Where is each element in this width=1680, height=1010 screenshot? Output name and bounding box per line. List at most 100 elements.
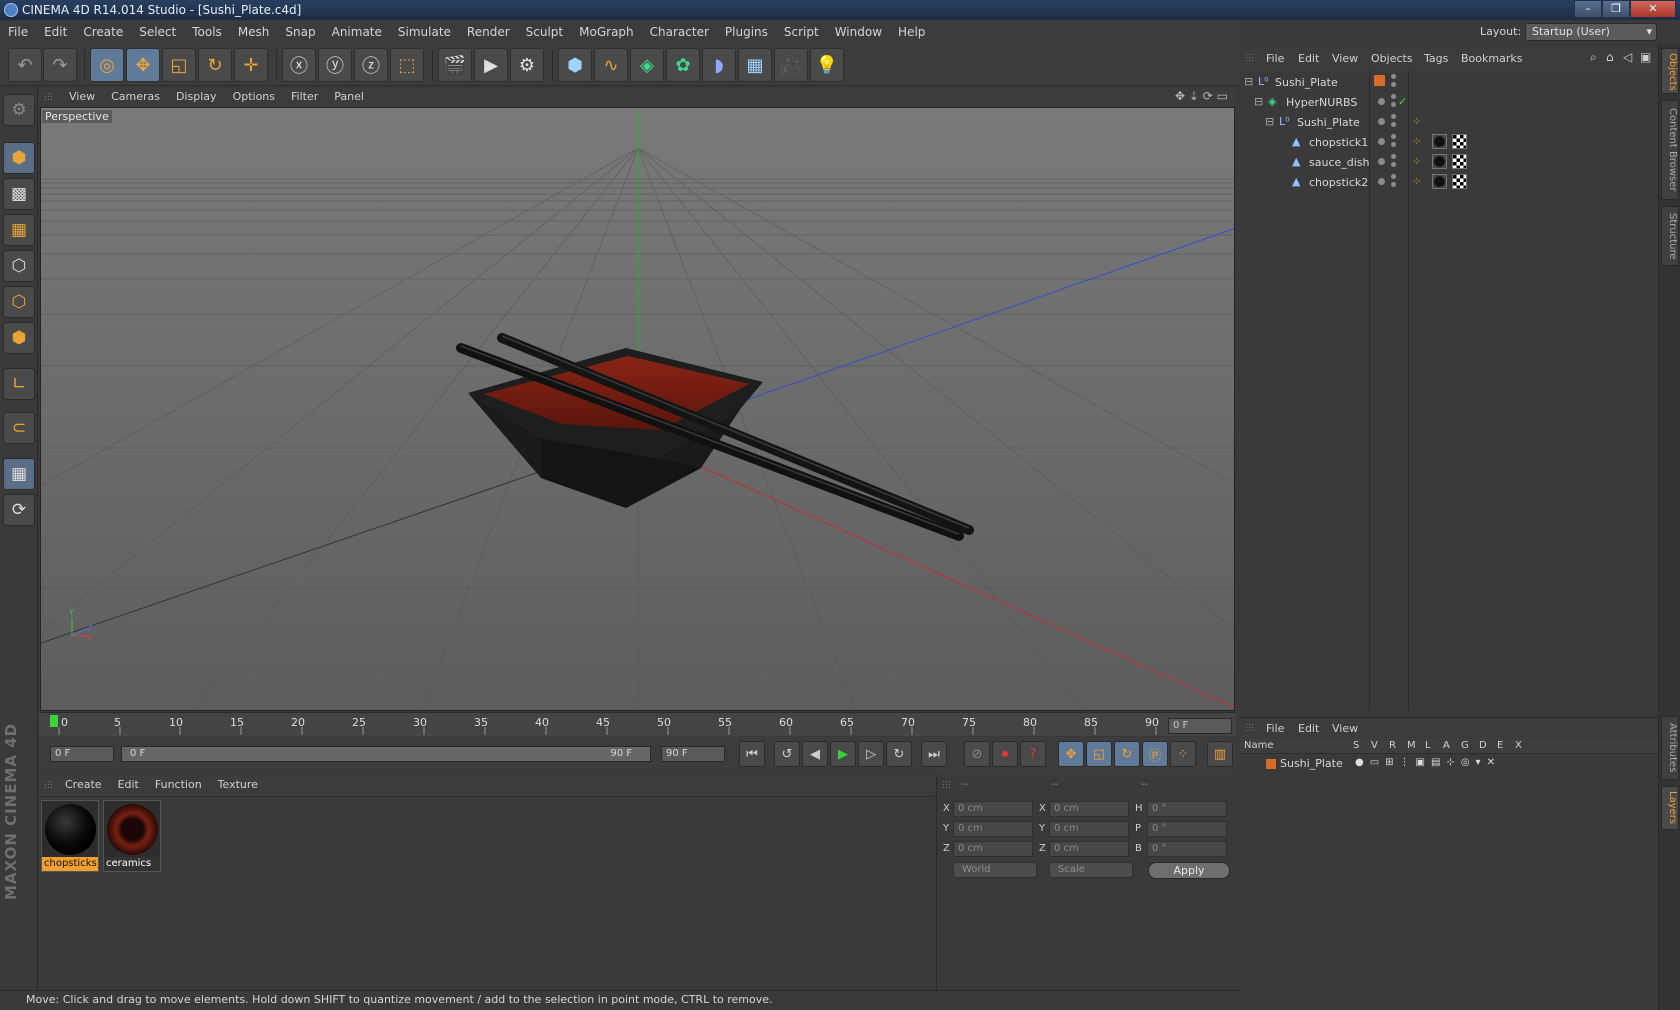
polygons-mode-icon[interactable]: ⬢ [3,322,35,354]
render-view-icon[interactable]: 🎬 [438,48,472,82]
editor-visibility-dot[interactable] [1391,74,1396,79]
record-keys-icon[interactable]: ⊘ [964,741,990,767]
edges-mode-icon[interactable]: ⬡ [3,286,35,318]
menu-edit[interactable]: Edit [36,21,75,43]
scale-icon[interactable]: ◱ [162,48,196,82]
om-menu-objects[interactable]: Objects [1371,52,1413,65]
column-expressions[interactable]: E [1497,740,1503,751]
menu-mograph[interactable]: MoGraph [571,21,642,43]
points-mode-icon[interactable]: ⬡ [3,250,35,282]
workplane-lock-icon[interactable]: ▦ [3,458,35,490]
array-icon[interactable]: ✿ [666,48,700,82]
play-icon[interactable]: ▶ [830,741,856,767]
render-visibility-dot[interactable] [1391,182,1396,187]
key-scale-icon[interactable]: ◱ [1086,741,1112,767]
menu-sculpt[interactable]: Sculpt [518,21,571,43]
om-search-icon[interactable]: ⌕ [1590,50,1597,65]
collapse-icon[interactable]: ⊟ [1244,76,1256,88]
tab-attributes[interactable]: Attributes [1661,716,1679,780]
key-parameter-icon[interactable]: Ⓟ [1142,741,1168,767]
viewport-navigation-icons[interactable]: ✥ ⇣ ⟳ ▭ [1175,89,1228,103]
preview-range-slider[interactable]: 0 F 90 F [121,746,651,762]
previous-frame-icon[interactable]: ◀ [802,741,828,767]
layer-menu-file[interactable]: File [1266,722,1284,735]
workplane-mode-icon[interactable]: ▦ [3,214,35,246]
tab-structure[interactable]: Structure [1661,206,1679,266]
position-x-field[interactable]: 0 cm [953,801,1033,817]
menu-render[interactable]: Render [459,21,518,43]
phong-tag-icon[interactable]: ⁘ [1412,156,1424,168]
menu-script[interactable]: Script [776,21,827,43]
maximize-button[interactable]: ❐ [1602,0,1630,18]
menu-character[interactable]: Character [642,21,717,43]
tab-objects[interactable]: Objects [1661,48,1679,94]
grip-icon[interactable] [942,780,952,790]
object-row[interactable]: ▲ chopstick2 ⁘ [1240,172,1658,192]
viewport-menu-display[interactable]: Display [168,88,225,106]
size-y-field[interactable]: 0 cm [1049,821,1129,837]
next-key-icon[interactable]: ↻ [886,741,912,767]
om-menu-view[interactable]: View [1332,52,1358,65]
om-menu-bookmarks[interactable]: Bookmarks [1461,52,1522,65]
minimize-button[interactable]: – [1574,0,1602,18]
object-row[interactable]: ⊟ L⁰ Sushi_Plate ⁘ [1240,112,1658,132]
keyframe-selection-icon[interactable]: ? [1020,741,1046,767]
column-view[interactable]: V [1371,740,1378,751]
layout-dropdown[interactable]: Startup (User) ▾ [1525,23,1657,41]
size-z-field[interactable]: 0 cm [1049,841,1129,857]
column-solo[interactable]: S [1353,740,1359,751]
column-manager[interactable]: M [1407,740,1416,751]
collapse-icon[interactable]: ⊟ [1265,116,1277,128]
object-row[interactable]: ▲ sauce_dish ⁘ [1240,152,1658,172]
coordinate-mode-dropdown[interactable]: Scale [1049,862,1133,878]
z-axis-icon[interactable]: ⓩ [354,48,388,82]
column-name[interactable]: Name [1244,740,1274,751]
make-editable-icon[interactable]: ⚙ [3,94,35,126]
phong-tag-icon[interactable]: ⁘ [1412,136,1424,148]
column-generators[interactable]: G [1461,740,1469,751]
layer-dot[interactable] [1378,178,1385,185]
next-frame-icon[interactable]: ▷ [858,741,884,767]
layer-color-swatch[interactable] [1266,759,1276,769]
coordinate-space-dropdown[interactable]: World [953,862,1037,878]
menu-simulate[interactable]: Simulate [390,21,459,43]
rotation-h-field[interactable]: 0 ° [1147,801,1227,817]
key-position-icon[interactable]: ✥ [1058,741,1084,767]
viewport-menu-options[interactable]: Options [225,88,283,106]
editor-visibility-dot[interactable] [1391,174,1396,179]
cube-icon[interactable]: ⬢ [558,48,592,82]
camera-icon[interactable]: 🎥 [774,48,808,82]
playhead-marker[interactable] [50,715,58,727]
render-picture-viewer-icon[interactable]: ▶ [474,48,508,82]
editor-visibility-dot[interactable] [1391,114,1396,119]
material-chopsticks[interactable]: chopsticks [41,800,99,872]
key-point-level-icon[interactable]: ⁘ [1170,741,1196,767]
material-menu-edit[interactable]: Edit [110,775,147,795]
material-tag-icon[interactable] [1432,174,1447,189]
go-to-start-icon[interactable]: ⏮ [739,741,765,767]
locked-workplane-icon[interactable]: ⟳ [3,494,35,526]
layer-dot[interactable] [1378,98,1385,105]
render-visibility-dot[interactable] [1391,122,1396,127]
grip-icon[interactable] [44,780,54,790]
menu-select[interactable]: Select [131,21,184,43]
editor-visibility-dot[interactable] [1391,154,1396,159]
apply-button[interactable]: Apply [1148,862,1230,879]
om-home-icon[interactable]: ⌂ [1606,50,1614,64]
nurbs-icon[interactable]: ◈ [630,48,664,82]
viewport-menu-cameras[interactable]: Cameras [103,88,168,106]
uvw-tag-icon[interactable] [1452,134,1467,149]
layer-dot[interactable] [1378,158,1385,165]
floor-icon[interactable]: ▦ [738,48,772,82]
phong-tag-icon[interactable]: ⁘ [1412,176,1424,188]
viewport-menu-panel[interactable]: Panel [326,88,372,106]
om-menu-tags[interactable]: Tags [1424,52,1448,65]
column-animation[interactable]: A [1443,740,1450,751]
column-xref[interactable]: X [1515,740,1522,751]
render-visibility-dot[interactable] [1391,162,1396,167]
object-row[interactable]: ⊟ L⁰ Sushi_Plate [1240,72,1658,92]
go-to-end-icon[interactable]: ⏭ [921,741,947,767]
undo-icon[interactable]: ↶ [8,48,42,82]
column-locked[interactable]: L [1425,740,1431,751]
rotate-icon[interactable]: ↻ [198,48,232,82]
